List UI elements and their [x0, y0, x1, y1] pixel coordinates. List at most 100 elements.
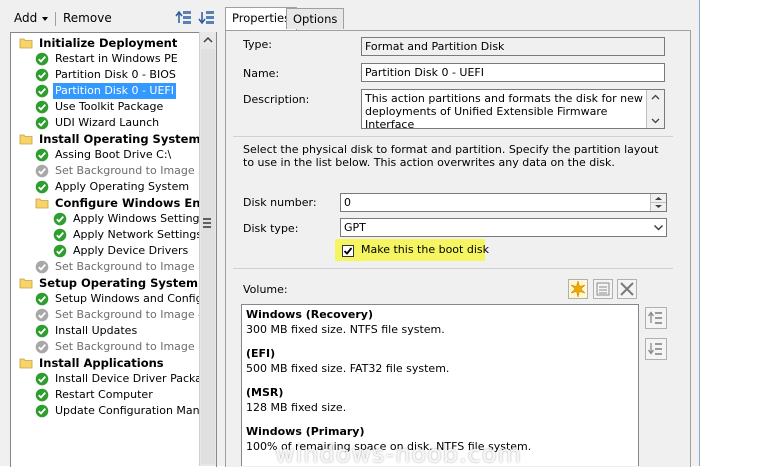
check-icon	[35, 404, 49, 418]
folder-icon	[19, 132, 33, 146]
volume-move-up-button[interactable]	[645, 307, 667, 329]
description-scrollbar[interactable]	[646, 90, 664, 128]
volume-title: (MSR)	[246, 386, 284, 399]
description-label: Description:	[243, 93, 310, 106]
move-down-icon	[647, 343, 662, 355]
name-label: Name:	[243, 67, 280, 80]
move-down-icon[interactable]	[198, 9, 216, 27]
check-icon	[53, 244, 67, 258]
disk-type-select[interactable]: GPT	[340, 218, 667, 237]
description-field[interactable]: This action partitions and formats the d…	[361, 89, 665, 131]
check-icon	[35, 68, 49, 82]
splitter-grip-icon[interactable]	[203, 218, 211, 230]
partition-properties-button[interactable]	[593, 279, 613, 299]
toolbar-separator	[55, 12, 56, 26]
spin-buttons[interactable]	[650, 194, 666, 211]
desktop-background	[700, 0, 779, 466]
check-icon	[35, 100, 49, 114]
spin-arrows-icon	[651, 197, 666, 208]
tree-item-label: Install Updates	[55, 324, 138, 337]
disk-type-label: Disk type:	[243, 222, 299, 235]
folder-icon	[35, 196, 49, 210]
close-icon	[620, 282, 634, 296]
properties-icon	[596, 282, 610, 296]
tree-item-label: Update Configuration Manager	[55, 404, 217, 417]
move-up-icon	[647, 311, 662, 324]
star-icon	[570, 280, 586, 298]
disk-number-value: 0	[344, 196, 351, 209]
remove-button[interactable]: Remove	[63, 10, 112, 26]
add-menu-button[interactable]: Add	[14, 10, 49, 26]
tree-scrollbar[interactable]	[199, 32, 216, 466]
type-label: Type:	[243, 38, 272, 51]
tab-options[interactable]: Options	[286, 8, 345, 29]
check-icon	[35, 52, 49, 66]
chevron-down-icon[interactable]	[651, 219, 666, 236]
volume-item[interactable]: Windows (Recovery) 300 MB fixed size. NTF…	[246, 307, 445, 337]
volume-detail: 500 MB fixed size. FAT32 file system.	[246, 362, 450, 375]
scroll-up-icon[interactable]	[200, 32, 216, 48]
check-icon	[35, 180, 49, 194]
tree-item-label: Partition Disk 0 - UEFI	[53, 83, 176, 99]
tree-item-label: Initialize Deployment	[39, 36, 178, 50]
task-sequence-tree[interactable]: Initialize Deployment Restart in Windows …	[10, 32, 217, 467]
tree-item-label: Apply Network Settings	[73, 228, 203, 241]
add-label: Add	[14, 11, 38, 25]
tree-item-label: Setup Operating System	[39, 276, 199, 290]
boot-disk-label[interactable]: Make this the boot disk	[361, 243, 489, 256]
checkmark-icon	[343, 247, 353, 255]
boot-disk-checkbox[interactable]	[342, 245, 354, 257]
scroll-arrows-icon	[651, 94, 660, 124]
check-disabled-icon	[35, 260, 49, 274]
tree-item-label: Apply Windows Settings	[73, 212, 206, 225]
tree-item-label: Install Device Driver Package	[55, 372, 216, 385]
scroll-thumb[interactable]	[201, 49, 215, 464]
watermark: windows-noob.com	[275, 440, 522, 468]
check-icon	[35, 116, 49, 130]
volume-item[interactable]: (EFI) 500 MB fixed size. FAT32 file syste…	[246, 346, 449, 376]
tree-item-label: Partition Disk 0 - BIOS	[55, 68, 176, 81]
volume-move-down-button[interactable]	[645, 338, 667, 360]
folder-icon	[19, 356, 33, 370]
new-partition-button[interactable]	[568, 279, 588, 299]
folder-icon	[19, 276, 33, 290]
type-field: Format and Partition Disk	[361, 37, 665, 56]
check-icon	[35, 372, 49, 386]
folder-icon	[19, 36, 33, 50]
tree-item-label: Apply Device Drivers	[73, 244, 189, 257]
volume-detail: 128 MB fixed size.	[246, 401, 347, 414]
info-text: Select the physical disk to format and p…	[243, 143, 659, 169]
tree-item-label: Install Applications	[39, 356, 164, 370]
check-disabled-icon	[35, 340, 49, 354]
toolbar: Add Remove	[0, 6, 222, 30]
tree-item-label: Apply Operating System	[55, 180, 190, 193]
volume-title: Windows (Recovery)	[246, 308, 373, 321]
check-icon	[53, 228, 67, 242]
check-disabled-icon	[35, 308, 49, 322]
tree-item-label: Configure Windows Enviro	[55, 196, 217, 210]
volume-title: Windows (Primary)	[246, 425, 365, 438]
delete-partition-button[interactable]	[617, 279, 637, 299]
volume-item[interactable]: (MSR) 128 MB fixed size.	[246, 385, 346, 415]
volume-detail: 300 MB fixed size. NTFS file system.	[246, 323, 445, 336]
check-disabled-icon	[35, 164, 49, 178]
volume-title: (EFI)	[246, 347, 276, 360]
task-sequence-editor-window: Add Remove Initialize Deployment Restart …	[0, 0, 700, 467]
tree-item-label: Set Background to Image 2	[55, 164, 206, 177]
check-icon	[35, 292, 49, 306]
check-icon	[35, 148, 49, 162]
tree-item-label: Set Background to Image 4	[55, 308, 206, 321]
move-up-icon[interactable]	[175, 9, 193, 27]
tree-item-label: Install Operating System	[39, 132, 201, 146]
disk-number-stepper[interactable]: 0	[340, 193, 667, 212]
tree-item-label: Set Background to Image 5	[55, 340, 206, 353]
check-icon	[35, 388, 49, 402]
dropdown-arrow-icon	[42, 16, 49, 21]
tree-item-label: Set Background to Image 3	[55, 260, 206, 273]
check-icon	[35, 324, 49, 338]
tree-item-label: Assing Boot Drive C:\	[55, 148, 172, 161]
disk-type-value: GPT	[344, 221, 366, 234]
disk-number-label: Disk number:	[243, 196, 317, 209]
name-field[interactable]: Partition Disk 0 - UEFI	[361, 63, 665, 82]
tree-item-label: UDI Wizard Launch	[55, 116, 160, 129]
